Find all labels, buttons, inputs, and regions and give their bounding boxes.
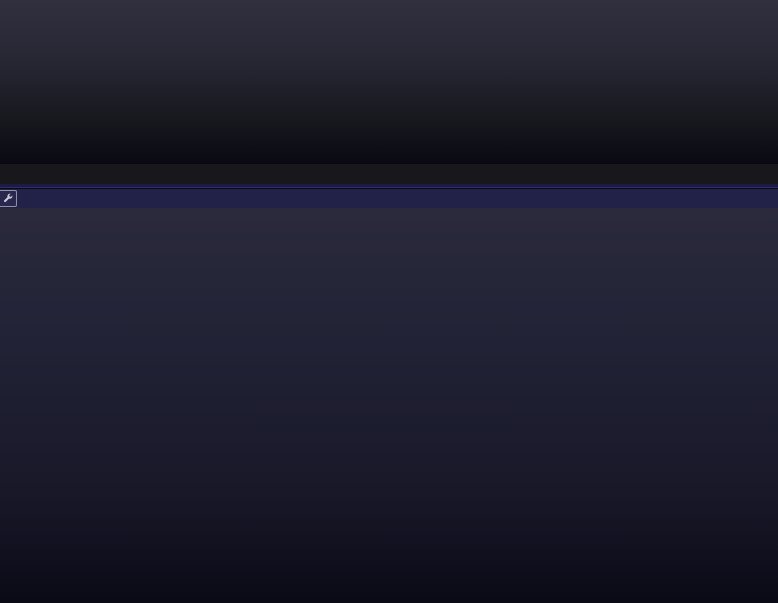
indicator-header-bar <box>0 189 778 208</box>
trading-app-window: { "app": { "watermark_text": "ProRealTim… <box>0 0 778 603</box>
equity-curve-chart[interactable] <box>0 208 778 603</box>
wrench-icon <box>3 193 12 202</box>
profit-loss-bars-chart[interactable] <box>0 0 778 163</box>
time-axis[interactable] <box>0 163 778 184</box>
equity-curve-panel[interactable] <box>0 208 778 603</box>
indicator-settings-button[interactable] <box>0 190 17 207</box>
panel-separator <box>0 184 778 188</box>
profit-loss-bar-chart-panel[interactable] <box>0 0 778 163</box>
